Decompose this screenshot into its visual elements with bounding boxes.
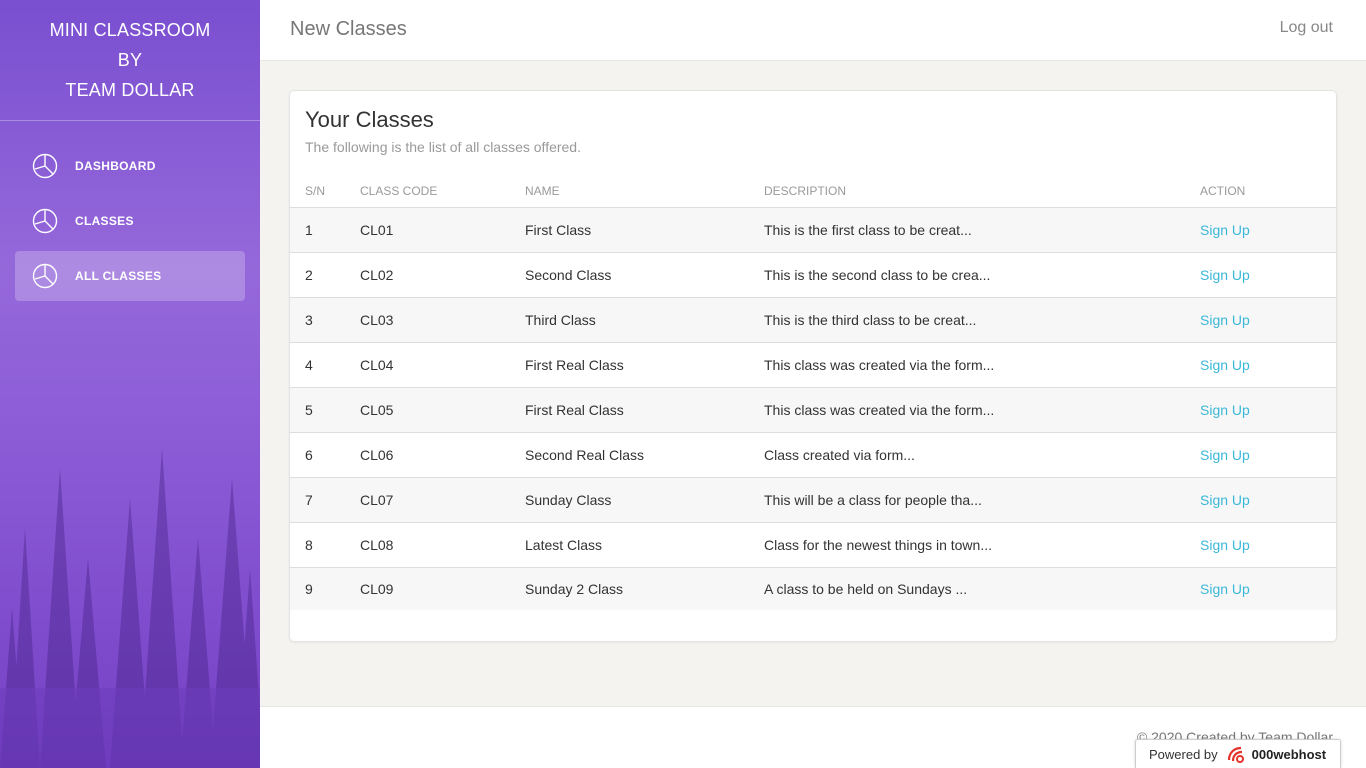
cell-name: Sunday Class: [525, 477, 764, 523]
forest-background-image: [0, 448, 260, 768]
sign-up-link[interactable]: Sign Up: [1200, 267, 1250, 283]
sign-up-link[interactable]: Sign Up: [1200, 581, 1250, 597]
cell-class-code: CL03: [360, 297, 525, 343]
sign-up-link[interactable]: Sign Up: [1200, 312, 1250, 328]
powered-by-label: Powered by: [1149, 746, 1218, 762]
cell-action: Sign Up: [1200, 567, 1336, 610]
sign-up-link[interactable]: Sign Up: [1200, 222, 1250, 238]
sign-up-link[interactable]: Sign Up: [1200, 447, 1250, 463]
cell-action: Sign Up: [1200, 342, 1336, 388]
cell-sn: 9: [305, 580, 313, 597]
logout-link[interactable]: Log out: [1280, 19, 1333, 37]
cell-description: This is the second class to be crea...: [764, 252, 1200, 298]
sign-up-link[interactable]: Sign Up: [1200, 357, 1250, 373]
pie-chart-icon: [31, 207, 59, 235]
cell-name: First Real Class: [525, 342, 764, 388]
brand-line-1: MINI CLASSROOM: [49, 20, 211, 40]
table-row: 8 CL08 Latest Class Class for the newest…: [290, 522, 1336, 568]
webhost-logo-icon: [1226, 744, 1248, 764]
cell-sn: 3: [290, 297, 360, 343]
table-row: 1 CL01 First Class This is the first cla…: [290, 207, 1336, 253]
table-row: 9 CL09 Sunday 2 Class A class to be held…: [290, 567, 1336, 610]
sign-up-link[interactable]: Sign Up: [1200, 402, 1250, 418]
cell-sn: 5: [290, 387, 360, 433]
sidebar-item-label: ALL CLASSES: [75, 269, 162, 283]
brand-logo-text[interactable]: MINI CLASSROOM BY TEAM DOLLAR: [0, 0, 260, 121]
sidebar-item-all-classes[interactable]: ALL CLASSES: [15, 251, 245, 301]
cell-sn: 4: [290, 342, 360, 388]
cell-action: Sign Up: [1200, 522, 1336, 568]
cell-class-code: CL07: [360, 477, 525, 523]
page-title[interactable]: New Classes: [290, 18, 407, 41]
cell-class-code: CL05: [360, 387, 525, 433]
table-row: 3 CL03 Third Class This is the third cla…: [290, 297, 1336, 343]
cell-sn: 1: [290, 207, 360, 253]
pie-chart-icon: [31, 152, 59, 180]
sidebar-item-label: CLASSES: [75, 214, 134, 228]
classes-card: Your Classes The following is the list o…: [289, 90, 1337, 642]
cell-action: Sign Up: [1200, 432, 1336, 478]
cell-class-code: CL01: [360, 207, 525, 253]
cell-class-code: CL02: [360, 252, 525, 298]
pie-chart-icon: [31, 262, 59, 290]
cell-sn: 8: [290, 522, 360, 568]
cell-description: This will be a class for people tha...: [764, 477, 1200, 523]
brand-line-3: TEAM DOLLAR: [65, 80, 195, 100]
cell-class-code: CL06: [360, 432, 525, 478]
brand-line-2: BY: [117, 50, 143, 70]
powered-by-badge[interactable]: Powered by 000webhost: [1135, 739, 1341, 768]
cell-sn: 6: [290, 432, 360, 478]
classes-table: S/N CLASS CODE NAME DESCRIPTION ACTION 1…: [290, 175, 1336, 610]
table-row: 7 CL07 Sunday Class This will be a class…: [290, 477, 1336, 523]
card-subtitle: The following is the list of all classes…: [305, 139, 581, 155]
cell-name: First Class: [525, 207, 764, 253]
cell-description: Class created via form...: [764, 432, 1200, 478]
cell-name: Third Class: [525, 297, 764, 343]
cell-description: Class for the newest things in town...: [764, 522, 1200, 568]
cell-class-code: CL08: [360, 522, 525, 568]
cell-description: This class was created via the form...: [764, 342, 1200, 388]
sign-up-link[interactable]: Sign Up: [1200, 492, 1250, 508]
sidebar-item-classes[interactable]: CLASSES: [15, 196, 245, 246]
sidebar-item-label: DASHBOARD: [75, 159, 156, 173]
cell-name: Sunday 2 Class: [525, 580, 624, 597]
cell-sn: 7: [290, 477, 360, 523]
cell-name: Second Real Class: [525, 432, 764, 478]
cell-description: This is the third class to be creat...: [764, 297, 1200, 343]
cell-class-code: CL09: [360, 580, 394, 597]
sign-up-link[interactable]: Sign Up: [1200, 537, 1250, 553]
top-navbar: New Classes Log out: [260, 0, 1366, 61]
cell-action: Sign Up: [1200, 387, 1336, 433]
cell-name: First Real Class: [525, 387, 764, 433]
cell-description: A class to be held on Sundays ...: [764, 580, 968, 597]
column-header-class-code: CLASS CODE: [360, 175, 525, 208]
cell-name: Second Class: [525, 252, 764, 298]
cell-class-code: CL04: [360, 342, 525, 388]
sidebar-nav: DASHBOARD CLASSES ALL CLASSES: [0, 141, 260, 301]
sidebar-item-dashboard[interactable]: DASHBOARD: [15, 141, 245, 191]
card-title: Your Classes: [305, 107, 434, 132]
cell-action: Sign Up: [1200, 477, 1336, 523]
sidebar: MINI CLASSROOM BY TEAM DOLLAR DASHBOARD …: [0, 0, 260, 768]
column-header-action: ACTION: [1200, 175, 1336, 208]
table-row: 5 CL05 First Real Class This class was c…: [290, 387, 1336, 433]
column-header-description: DESCRIPTION: [764, 175, 1200, 208]
cell-action: Sign Up: [1200, 252, 1336, 298]
cell-action: Sign Up: [1200, 297, 1336, 343]
cell-name: Latest Class: [525, 522, 764, 568]
column-header-sn: S/N: [290, 175, 360, 208]
cell-description: This class was created via the form...: [764, 387, 1200, 433]
table-row: 4 CL04 First Real Class This class was c…: [290, 342, 1336, 388]
table-header-row: S/N CLASS CODE NAME DESCRIPTION ACTION: [290, 175, 1336, 208]
table-row: 6 CL06 Second Real Class Class created v…: [290, 432, 1336, 478]
column-header-name: NAME: [525, 175, 764, 208]
cell-sn: 2: [290, 252, 360, 298]
table-row: 2 CL02 Second Class This is the second c…: [290, 252, 1336, 298]
webhost-name: 000webhost: [1251, 746, 1327, 762]
cell-action: Sign Up: [1200, 207, 1336, 253]
cell-description: This is the first class to be creat...: [764, 207, 1200, 253]
